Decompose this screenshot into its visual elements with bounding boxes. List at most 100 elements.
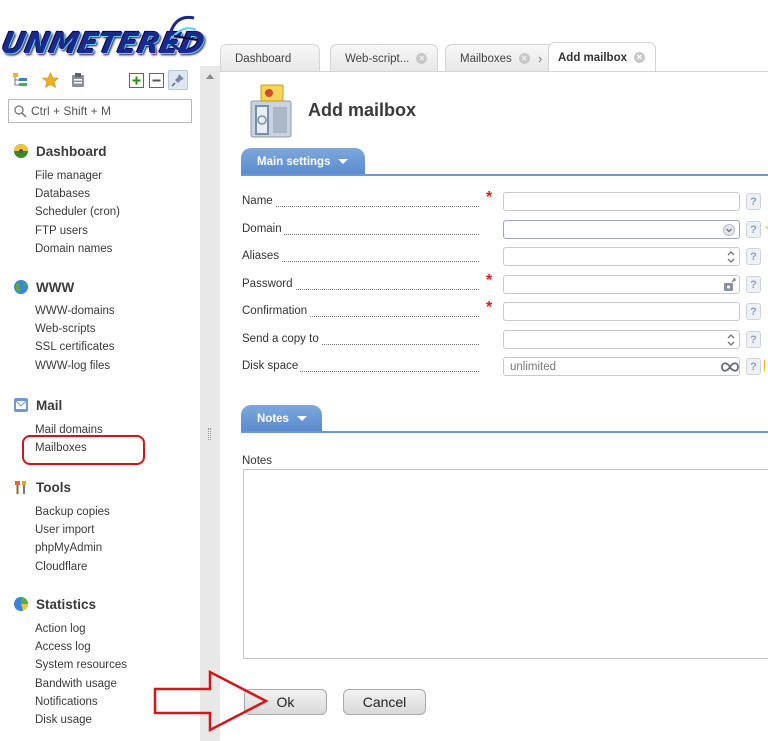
cancel-button[interactable]: Cancel: [343, 689, 426, 715]
sidebar-item-web-scripts[interactable]: Web-scripts: [35, 320, 115, 338]
sidebar-group-header[interactable]: Tools: [12, 477, 110, 497]
form-row-confirmation: Confirmation * ?: [242, 299, 768, 323]
sidebar-item-phpmyadmin[interactable]: phpMyAdmin: [35, 539, 110, 557]
favorites-star-icon[interactable]: [40, 70, 60, 90]
close-icon[interactable]: ✕: [634, 52, 646, 63]
sidebar-item-backup-copies[interactable]: Backup copies: [35, 503, 110, 521]
breadcrumb-chevron-icon: ›: [538, 51, 543, 66]
infinity-icon[interactable]: [721, 360, 739, 374]
disk-space-field[interactable]: [503, 357, 740, 376]
confirmation-field[interactable]: [503, 302, 740, 321]
sidebar-item-www-domains[interactable]: WWW-domains: [35, 302, 115, 320]
help-icon[interactable]: ?: [746, 358, 761, 375]
tab-label: Web-script...: [345, 52, 410, 65]
tree-view-icon[interactable]: [10, 70, 30, 90]
sidebar-group-title: WWW: [36, 279, 75, 295]
sidebar-group-dashboard: Dashboard File manager Databases Schedul…: [12, 141, 120, 258]
sidebar-toolbar: [10, 70, 195, 92]
tab-bar-divider: [220, 71, 768, 72]
sidebar-group-title: Tools: [36, 479, 71, 495]
chevron-down-icon[interactable]: [722, 223, 736, 237]
pin-icon[interactable]: [168, 70, 188, 90]
sidebar-scrollbar[interactable]: [200, 66, 220, 741]
mailbox-icon: [250, 84, 292, 138]
sidebar-group-www: WWW WWW-domains Web-scripts SSL certific…: [12, 277, 115, 375]
chevron-down-icon: [296, 416, 307, 421]
send-copy-field[interactable]: [503, 330, 740, 349]
pointer-hint-icon: ➘: [764, 224, 768, 235]
tab-label: Dashboard: [235, 52, 292, 65]
sidebar-group-title: Statistics: [36, 596, 97, 612]
section-label: Main settings: [257, 155, 331, 168]
close-icon[interactable]: ✕: [416, 53, 428, 64]
expand-list-icon[interactable]: [724, 250, 738, 264]
scroll-grip-icon[interactable]: [208, 428, 211, 440]
sidebar-group-header[interactable]: WWW: [12, 277, 115, 297]
notes-label: Notes: [242, 455, 273, 467]
globe-icon: [12, 278, 30, 296]
tab-web-scripts[interactable]: Web-script... ✕: [330, 44, 438, 72]
close-icon[interactable]: ✕: [518, 53, 530, 64]
sidebar-item-notifications[interactable]: Notifications: [35, 693, 127, 711]
form-row-domain: Domain ? ➘: [242, 219, 768, 241]
sidebar-group-statistics: Statistics Action log Access log System …: [12, 594, 127, 729]
section-notes-toggle[interactable]: Notes: [241, 405, 322, 432]
sidebar-item-access-log[interactable]: Access log: [35, 638, 127, 656]
tools-icon: [12, 478, 30, 496]
help-icon[interactable]: ?: [746, 331, 761, 348]
dashboard-icon: [12, 142, 30, 160]
sidebar-item-domain-names[interactable]: Domain names: [35, 240, 120, 258]
pie-chart-icon: [12, 595, 30, 613]
collapse-all-icon[interactable]: [146, 70, 166, 90]
sidebar-item-action-log[interactable]: Action log: [35, 620, 127, 638]
tab-dashboard[interactable]: Dashboard: [220, 44, 320, 72]
required-marker: *: [486, 189, 493, 206]
sidebar-item-file-manager[interactable]: File manager: [35, 167, 120, 185]
clipboard-icon[interactable]: [68, 70, 88, 90]
expand-all-icon[interactable]: [126, 70, 146, 90]
sidebar-item-disk-usage[interactable]: Disk usage: [35, 711, 127, 729]
sidebar-group-header[interactable]: Mail: [12, 395, 103, 415]
form-row-aliases: Aliases ?: [242, 246, 768, 268]
generate-password-icon[interactable]: [723, 278, 737, 292]
sidebar-item-www-log-files[interactable]: WWW-log files: [35, 357, 115, 375]
help-icon[interactable]: ?: [746, 193, 761, 210]
notes-textarea[interactable]: [243, 469, 768, 659]
help-icon[interactable]: ?: [746, 248, 761, 265]
help-icon[interactable]: ?: [746, 303, 761, 320]
sidebar-item-cloudflare[interactable]: Cloudflare: [35, 558, 110, 576]
help-icon[interactable]: ?: [746, 221, 761, 238]
sidebar-search-input[interactable]: [31, 103, 186, 119]
field-label: Domain: [242, 223, 284, 235]
field-label: Name: [242, 195, 275, 207]
scroll-up-icon[interactable]: [206, 74, 214, 79]
section-label: Notes: [257, 412, 289, 425]
logo-swirl-icon: [168, 15, 198, 53]
page-title: Add mailbox: [308, 100, 417, 120]
sidebar-search[interactable]: [8, 99, 192, 123]
sidebar-item-user-import[interactable]: User import: [35, 521, 110, 539]
section-divider: [241, 431, 768, 433]
required-marker: *: [486, 272, 493, 289]
sidebar-group-tools: Tools Backup copies User import phpMyAdm…: [12, 477, 110, 576]
sidebar-item-ftp-users[interactable]: FTP users: [35, 222, 120, 240]
sidebar-item-scheduler[interactable]: Scheduler (cron): [35, 203, 120, 221]
tab-add-mailbox[interactable]: Add mailbox ✕: [548, 42, 656, 72]
sidebar-group-header[interactable]: Dashboard: [12, 141, 120, 161]
field-label: Confirmation: [242, 305, 310, 317]
field-label: Aliases: [242, 250, 282, 262]
sidebar-item-ssl-certificates[interactable]: SSL certificates: [35, 338, 115, 356]
sidebar-item-databases[interactable]: Databases: [35, 185, 120, 203]
form-row-send-copy: Send a copy to ?: [242, 329, 768, 351]
field-label: Disk space: [242, 360, 301, 372]
password-field[interactable]: [503, 275, 740, 294]
help-icon[interactable]: ?: [746, 276, 761, 293]
sidebar-item-system-resources[interactable]: System resources: [35, 656, 127, 674]
section-main-settings-toggle[interactable]: Main settings: [241, 148, 365, 175]
domain-select[interactable]: [503, 220, 740, 239]
name-field[interactable]: [503, 192, 740, 211]
aliases-field[interactable]: [503, 247, 740, 266]
expand-list-icon[interactable]: [724, 333, 738, 347]
sidebar-item-bandwith-usage[interactable]: Bandwith usage: [35, 675, 127, 693]
sidebar-group-header[interactable]: Statistics: [12, 594, 127, 614]
